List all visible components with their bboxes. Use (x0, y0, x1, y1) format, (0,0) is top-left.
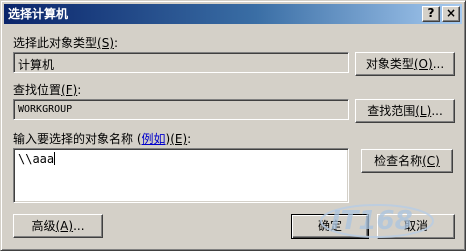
location-label-text: 查找位置 (13, 83, 62, 97)
locations-button-ellipsis: ... (431, 104, 443, 118)
title-bar: 选择计算机 ? × (4, 4, 462, 24)
select-computer-dialog: 选择计算机 ? × 选择此对象类型(S): 计算机 对象类型(O)... 查找位… (0, 0, 466, 251)
close-button[interactable]: × (442, 6, 460, 22)
location-label-colon: : (77, 83, 82, 97)
locations-button-key: (L) (415, 104, 432, 118)
object-type-label-text: 选择此对象类型 (13, 36, 98, 50)
object-types-button-key: (O) (413, 57, 433, 71)
object-types-button[interactable]: 对象类型(O)... (355, 52, 455, 76)
locations-button-text: 查找范围 (367, 104, 416, 118)
ok-button[interactable]: 确定 (291, 214, 369, 239)
object-types-button-ellipsis: ... (432, 57, 445, 71)
check-names-button[interactable]: 检查名称(C) (361, 149, 453, 173)
examples-link[interactable]: 例如 (142, 132, 166, 146)
object-names-input[interactable]: \\aaa (13, 148, 349, 203)
advanced-button-key: (A) (55, 219, 74, 233)
cancel-button[interactable]: 取消 (377, 214, 455, 239)
object-names-label-text: 输入要选择的对象名称 ( (13, 132, 142, 146)
text-caret (54, 152, 56, 165)
object-type-field: 计算机 (13, 52, 349, 73)
advanced-button-ellipsis: ... (73, 219, 85, 233)
object-names-value: \\aaa (18, 152, 55, 166)
object-types-button-text: 对象类型 (365, 57, 414, 71)
advanced-button-text: 高级 (31, 219, 56, 233)
check-names-button-text: 检查名称 (374, 154, 423, 168)
object-type-label-key: (S) (97, 36, 114, 50)
locations-button[interactable]: 查找范围(L)... (355, 99, 455, 123)
object-names-label: 输入要选择的对象名称 (例如)(E): (13, 130, 191, 147)
location-label: 查找位置(F): (13, 81, 81, 98)
window-title: 选择计算机 (8, 7, 69, 21)
check-names-button-key: (C) (422, 154, 440, 168)
object-names-label-colon: : (187, 132, 192, 146)
advanced-button[interactable]: 高级(A)... (13, 214, 103, 238)
location-field: WORKGROUP (13, 99, 349, 120)
help-button[interactable]: ? (422, 6, 440, 22)
object-names-label-key: (E) (170, 132, 188, 146)
location-label-key: (F) (61, 83, 78, 97)
object-type-label: 选择此对象类型(S): (13, 34, 118, 51)
object-type-label-colon: : (114, 36, 119, 50)
